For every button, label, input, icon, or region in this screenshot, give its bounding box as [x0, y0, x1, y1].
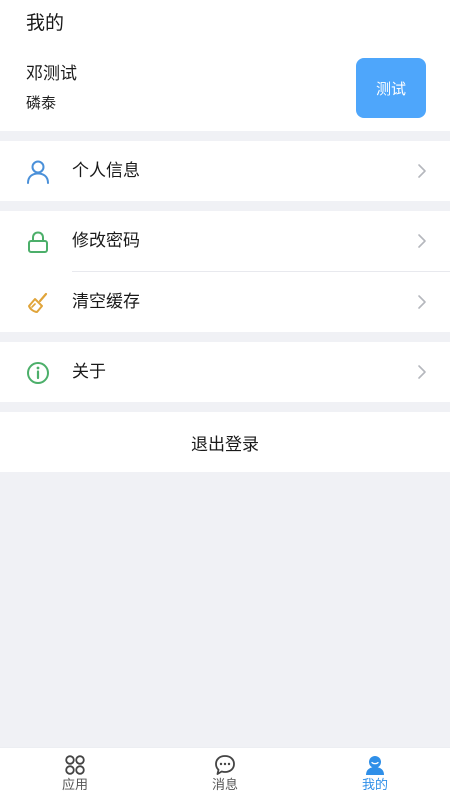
chevron-right-icon	[418, 234, 426, 248]
bottom-tab-bar: 应用 消息 我的	[0, 747, 450, 800]
tab-mine[interactable]: 我的	[300, 748, 450, 800]
tab-label: 消息	[211, 778, 238, 793]
menu-group-about: 关于	[0, 342, 450, 402]
chevron-right-icon	[418, 365, 426, 379]
apps-icon	[65, 755, 85, 775]
page-title: 我的	[26, 12, 65, 34]
menu-group-profile: 个人信息	[0, 141, 450, 201]
person-icon	[25, 159, 51, 185]
tab-label: 应用	[61, 778, 88, 793]
tab-messages[interactable]: 消息	[150, 748, 300, 800]
user-company: 磷泰	[26, 94, 57, 112]
profile-header: 我的 邓测试 磷泰 测试	[0, 0, 450, 131]
menu-item-about[interactable]: 关于	[0, 342, 450, 402]
test-button[interactable]: 测试	[356, 58, 426, 118]
logout-button[interactable]: 退出登录	[0, 412, 450, 472]
tab-apps[interactable]: 应用	[0, 748, 150, 800]
lock-icon	[25, 229, 51, 255]
menu-item-label: 关于	[72, 362, 106, 382]
menu-item-label: 个人信息	[72, 161, 140, 181]
chevron-right-icon	[418, 164, 426, 178]
menu-item-label: 修改密码	[72, 231, 140, 251]
info-icon	[25, 360, 51, 386]
menu-item-password[interactable]: 修改密码	[0, 211, 450, 271]
chevron-right-icon	[418, 295, 426, 309]
logout-label: 退出登录	[191, 434, 259, 455]
menu-item-clear-cache[interactable]: 清空缓存	[0, 272, 450, 332]
profile-icon	[366, 756, 384, 775]
message-icon	[215, 755, 235, 775]
menu-group-settings: 修改密码 清空缓存	[0, 211, 450, 332]
user-name: 邓测试	[26, 64, 77, 84]
tab-label: 我的	[361, 778, 388, 793]
menu-item-profile[interactable]: 个人信息	[0, 141, 450, 201]
broom-icon	[25, 290, 51, 316]
menu-item-label: 清空缓存	[72, 292, 140, 312]
